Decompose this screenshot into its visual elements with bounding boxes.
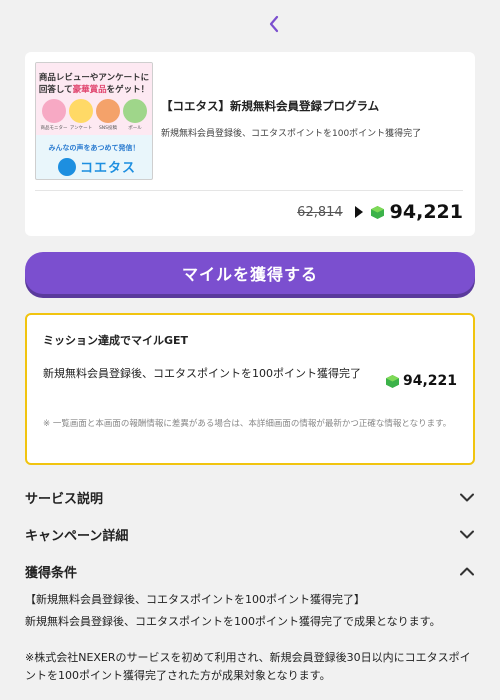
accordion-conditions[interactable]: 獲得条件	[25, 559, 475, 583]
monitor-icon	[42, 99, 66, 123]
divider	[35, 190, 463, 191]
accordion-title: サービス説明	[25, 491, 104, 507]
banner-text-line2: 回答して豪華賞品をゲット！	[38, 85, 150, 95]
banner-text-line1: 商品レビューやアンケートに	[38, 73, 150, 83]
accordion-title: キャンペーン詳細	[25, 528, 129, 544]
mission-points: 94,221	[385, 373, 457, 389]
koetas-logo: コエタス	[58, 157, 136, 176]
offer-description: 新規無料会員登録後、コエタスポイントを100ポイント獲得完了	[161, 129, 422, 139]
conditions-heading: 【新規無料会員登録後、コエタスポイントを100ポイント獲得完了】	[25, 593, 365, 606]
offer-title: 【コエタス】新規無料会員登録プログラム	[161, 99, 380, 113]
banner-caption: ポール	[128, 126, 142, 131]
mission-points-value: 94,221	[402, 373, 457, 389]
banner-caption: SNS投稿	[98, 126, 118, 131]
accordion-service[interactable]: サービス説明	[25, 485, 475, 509]
logo-mark-icon	[58, 157, 76, 176]
mission-box: ミッション達成でマイルGET 新規無料会員登録後、コエタスポイントを100ポイン…	[25, 313, 475, 465]
old-points: 62,814	[297, 204, 343, 220]
gem-icon	[370, 205, 384, 219]
offer-banner-image: 商品レビューやアンケートに 回答して豪華賞品をゲット！ 商品モニター アンケート…	[35, 62, 153, 180]
new-points: 94,221	[389, 201, 463, 223]
chevron-left-icon	[269, 15, 279, 33]
sns-icon	[96, 99, 120, 123]
points-row: 62,814 94,221	[297, 200, 463, 224]
banner-caption: アンケート	[69, 126, 93, 131]
banner-caption: 商品モニター	[40, 126, 68, 131]
logo-text: コエタス	[80, 161, 137, 176]
accordion-campaign[interactable]: キャンペーン詳細	[25, 522, 475, 546]
mission-description: 新規無料会員登録後、コエタスポイントを100ポイント獲得完了	[43, 367, 361, 380]
mission-note: ※ 一覧画面と本画面の報酬情報に差異がある場合は、本詳細画面の情報が最新かつ正確…	[43, 419, 452, 429]
conditions-text: 新規無料会員登録後、コエタスポイントを100ポイント獲得完了で成果となります。	[25, 615, 441, 628]
offer-card: 商品レビューやアンケートに 回答して豪華賞品をゲット！ 商品モニター アンケート…	[25, 52, 475, 236]
gem-icon	[385, 374, 399, 388]
conditions-note: ※株式会社NEXERのサービスを初めて利用され、新規会員登録後30日以内にコエタ…	[25, 651, 471, 682]
poll-icon	[123, 99, 147, 123]
arrow-right-icon	[354, 206, 363, 218]
chevron-up-icon	[459, 565, 475, 577]
mission-title: ミッション達成でマイルGET	[43, 334, 189, 347]
accordion-title: 獲得条件	[25, 565, 78, 581]
back-button[interactable]	[262, 10, 286, 38]
survey-icon	[69, 99, 93, 123]
chevron-down-icon	[459, 528, 475, 540]
chevron-down-icon	[459, 491, 475, 503]
earn-miles-button[interactable]: マイルを獲得する	[25, 252, 475, 294]
banner-subline: みんなの声をあつめて発信！	[48, 144, 140, 152]
